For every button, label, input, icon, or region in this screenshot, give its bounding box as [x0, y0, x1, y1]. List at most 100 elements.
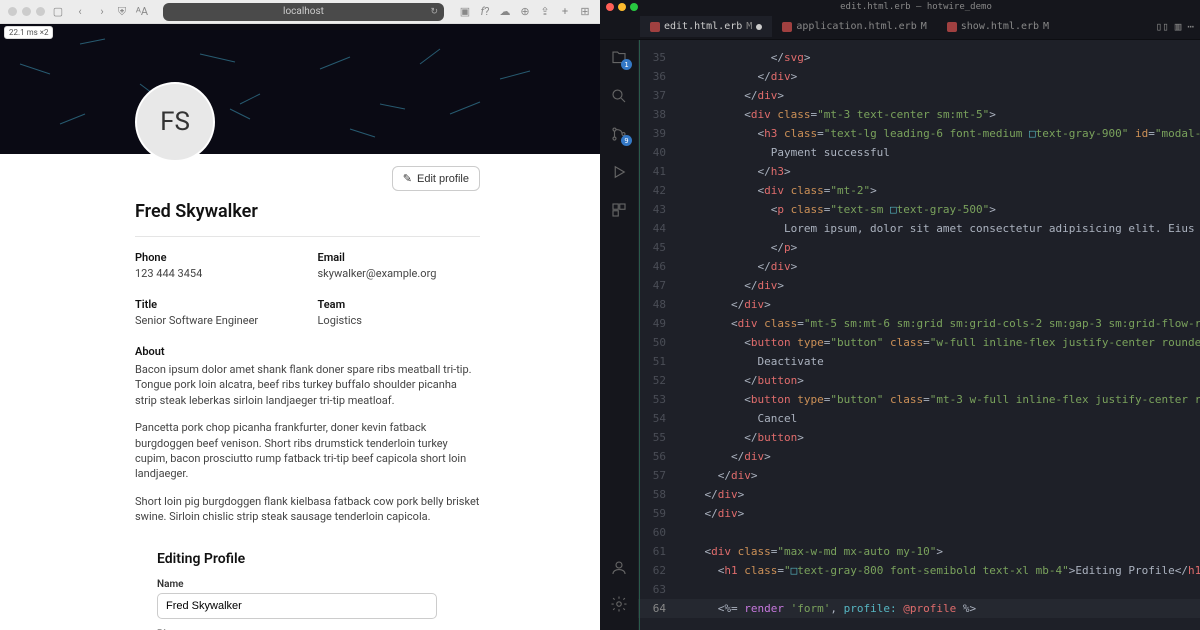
line-number: 53	[638, 390, 678, 409]
line-number: 41	[638, 162, 678, 181]
editor-titlebar: edit.html.erb — hotwire_demo	[600, 0, 1200, 14]
about-p1: Bacon ipsum dolor amet shank flank doner…	[135, 362, 480, 408]
account-icon[interactable]	[609, 558, 629, 578]
toggle-panel-icon[interactable]: ▥	[1175, 20, 1182, 33]
editor-tabs: edit.html.erb Mapplication.html.erb Msho…	[600, 14, 1200, 40]
split-editor-icon[interactable]: ▯▯	[1156, 20, 1169, 33]
close-dot[interactable]	[8, 7, 17, 16]
email-value: skywalker@example.org	[318, 267, 481, 280]
code-line[interactable]: 50 <button type="button" class="w-full i…	[638, 333, 1200, 352]
code-line[interactable]: 55 </button>	[638, 428, 1200, 447]
download-icon[interactable]: ⊕	[518, 5, 532, 19]
line-number: 61	[638, 542, 678, 561]
code-line[interactable]: 38 <div class="mt-3 text-center sm:mt-5"…	[638, 105, 1200, 124]
code-line[interactable]: 36 </div>	[638, 67, 1200, 86]
code-line[interactable]: 46 </div>	[638, 257, 1200, 276]
code-line[interactable]: 39 <h3 class="text-lg leading-6 font-med…	[638, 124, 1200, 143]
zoom-icon[interactable]	[630, 3, 638, 11]
more-icon[interactable]: ⋯	[1187, 20, 1194, 33]
editor-tab[interactable]: application.html.erb M	[772, 16, 936, 37]
minimize-icon[interactable]	[618, 3, 626, 11]
code-line[interactable]: 43 <p class="text-sm □text-gray-500">	[638, 200, 1200, 219]
code-line[interactable]: 52 </button>	[638, 371, 1200, 390]
line-number: 36	[638, 67, 678, 86]
code-line[interactable]: 42 <div class="mt-2">	[638, 181, 1200, 200]
code-line[interactable]: 54 Cancel	[638, 409, 1200, 428]
explorer-badge: 1	[621, 59, 632, 70]
minimize-dot[interactable]	[22, 7, 31, 16]
cloud-icon[interactable]: ☁	[498, 5, 512, 19]
traffic-lights	[8, 7, 45, 16]
code-line[interactable]: 49 <div class="mt-5 sm:mt-6 sm:grid sm:g…	[638, 314, 1200, 333]
code-line[interactable]: 58 </div>	[638, 485, 1200, 504]
zoom-dot[interactable]	[36, 7, 45, 16]
camera-icon[interactable]: ▣	[458, 5, 472, 19]
avatar: FS	[135, 82, 215, 162]
code-line[interactable]: 59 </div>	[638, 504, 1200, 523]
team-value: Logistics	[318, 314, 481, 327]
line-number: 62	[638, 561, 678, 580]
sidebar-icon[interactable]: ▢	[51, 5, 65, 19]
line-number: 44	[638, 219, 678, 238]
text-size-icon[interactable]: ᴬA	[135, 5, 149, 19]
edit-profile-button[interactable]: ✎ Edit profile	[392, 166, 480, 191]
url-bar[interactable]: localhost ↻	[163, 3, 444, 21]
code-line[interactable]: 51 Deactivate	[638, 352, 1200, 371]
tab-label: edit.html.erb	[664, 21, 742, 32]
diff-gutter	[639, 40, 640, 630]
code-line[interactable]: 45 </p>	[638, 238, 1200, 257]
line-number: 35	[638, 48, 678, 67]
shield-icon[interactable]: ⛨	[115, 5, 129, 19]
code-line[interactable]: 40 Payment successful	[638, 143, 1200, 162]
divider	[135, 236, 480, 237]
back-icon[interactable]: ‹	[73, 5, 87, 19]
unsaved-dot-icon	[756, 24, 762, 30]
close-icon[interactable]	[606, 3, 614, 11]
tabs-icon[interactable]: ⊞	[578, 5, 592, 19]
code-line[interactable]: 47 </div>	[638, 276, 1200, 295]
new-tab-icon[interactable]: +	[558, 5, 572, 19]
code-line[interactable]: 62 <h1 class="□text-gray-800 font-semibo…	[638, 561, 1200, 580]
code-line[interactable]: 64 <%= render 'form', profile: @profile …	[638, 599, 1200, 618]
line-number: 52	[638, 371, 678, 390]
code-line[interactable]: 61 <div class="max-w-md mx-auto my-10">	[638, 542, 1200, 561]
search-icon[interactable]	[609, 86, 629, 106]
format-icon[interactable]: f?	[478, 5, 492, 19]
page-content[interactable]: FS ✎ Edit profile Fred Skywalker Phone 1…	[0, 24, 600, 630]
share-icon[interactable]: ⇪	[538, 5, 552, 19]
debug-icon[interactable]	[609, 162, 629, 182]
code-line[interactable]: 60	[638, 523, 1200, 542]
name-input[interactable]	[157, 593, 437, 619]
explorer-icon[interactable]: 1	[609, 48, 629, 68]
code-line[interactable]: 57 </div>	[638, 466, 1200, 485]
pencil-icon: ✎	[403, 172, 412, 185]
field-email: Email skywalker@example.org	[318, 251, 481, 280]
code-editor: edit.html.erb — hotwire_demo edit.html.e…	[600, 0, 1200, 630]
code-line[interactable]: 41 </h3>	[638, 162, 1200, 181]
code-line[interactable]: 48 </div>	[638, 295, 1200, 314]
title-value: Senior Software Engineer	[135, 314, 298, 327]
reload-icon[interactable]: ↻	[430, 7, 438, 17]
erb-file-icon	[947, 22, 957, 32]
source-control-icon[interactable]: 9	[609, 124, 629, 144]
line-number: 64	[638, 599, 678, 618]
editor-tab[interactable]: edit.html.erb M	[640, 16, 772, 37]
settings-icon[interactable]	[609, 594, 629, 614]
code-line[interactable]: 35 </svg>	[638, 48, 1200, 67]
editor-tab[interactable]: show.html.erb M	[937, 16, 1059, 37]
code-line[interactable]: 56 </div>	[638, 447, 1200, 466]
line-number: 49	[638, 314, 678, 333]
profile-name: Fred Skywalker	[135, 201, 480, 222]
code-line[interactable]: 44 Lorem ipsum, dolor sit amet consectet…	[638, 219, 1200, 238]
extensions-icon[interactable]	[609, 200, 629, 220]
code-line[interactable]: 37 </div>	[638, 86, 1200, 105]
code-area[interactable]: 35 </svg>36 </div>37 </div>38 <div class…	[638, 40, 1200, 630]
code-line[interactable]: 53 <button type="button" class="mt-3 w-f…	[638, 390, 1200, 409]
line-number: 42	[638, 181, 678, 200]
browser-toolbar: ▢ ‹ › ⛨ ᴬA localhost ↻ ▣ f? ☁ ⊕ ⇪ + ⊞	[0, 0, 600, 24]
forward-icon[interactable]: ›	[95, 5, 109, 19]
timing-badge: 22.1 ms ×2	[4, 26, 53, 39]
line-number: 50	[638, 333, 678, 352]
code-line[interactable]: 63	[638, 580, 1200, 599]
line-number: 60	[638, 523, 678, 542]
